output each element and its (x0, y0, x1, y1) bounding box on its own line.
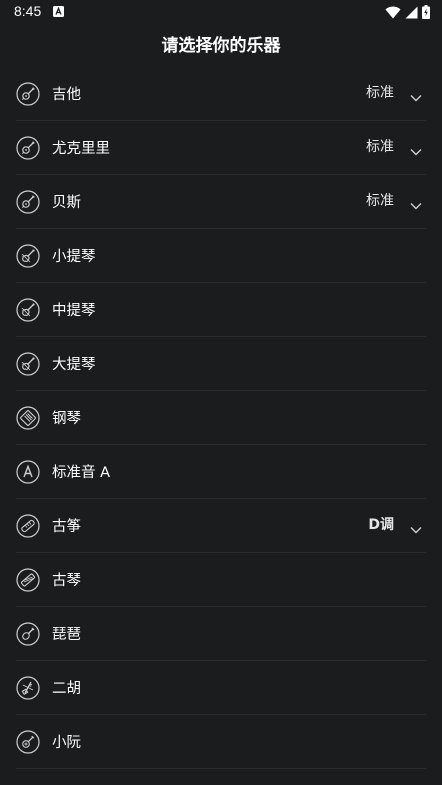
instrument-name: 琵琶 (52, 627, 81, 643)
letter-a-icon (16, 459, 40, 484)
instrument-row[interactable]: 琵琶 (16, 607, 426, 661)
chevron-down-icon[interactable] (410, 88, 422, 102)
chevron-down-icon[interactable] (410, 196, 422, 210)
ruan-icon (16, 729, 40, 754)
instrument-name: 小提琴 (52, 249, 96, 265)
instrument-name: 小阮 (52, 735, 81, 751)
status-icons (385, 4, 430, 20)
instrument-name: 标准音 A (52, 465, 111, 481)
instrument-name: 中提琴 (52, 303, 96, 319)
battery-charging-icon (422, 5, 430, 19)
signal-icon (405, 6, 418, 18)
instrument-name: 古筝 (52, 519, 81, 535)
instrument-row[interactable]: 标准音 A (16, 445, 426, 499)
instrument-row[interactable]: 大提琴 (16, 337, 426, 391)
guitar-icon (16, 81, 40, 106)
erhu-icon (16, 675, 40, 700)
instrument-row[interactable]: 钢琴 (16, 391, 426, 445)
chevron-down-icon[interactable] (410, 520, 422, 534)
tuning-dropdown[interactable]: 标准 (366, 121, 394, 174)
guzheng-icon (16, 513, 40, 538)
status-bar: 8:45 (0, 0, 442, 24)
instrument-row[interactable]: 二胡 (16, 661, 426, 715)
instrument-name: 钢琴 (52, 411, 81, 427)
notification-a-icon (53, 6, 64, 17)
guqin-icon (16, 567, 40, 592)
instrument-name: 尤克里里 (52, 141, 110, 157)
instrument-row[interactable]: 中提琴 (16, 283, 426, 337)
instrument-name: 二胡 (52, 681, 81, 697)
chevron-down-icon[interactable] (410, 142, 422, 156)
instrument-row[interactable]: 古琴 (16, 553, 426, 607)
tuning-dropdown[interactable]: D调 (368, 499, 394, 552)
page-title: 请选择你的乐器 (161, 36, 281, 56)
instrument-list: 吉他 标准 尤克里里 标准 贝斯 标准 小提琴 中提琴 大提琴 钢琴 标准音 A… (16, 67, 426, 769)
piano-icon (16, 405, 40, 430)
instrument-row[interactable]: 贝斯 标准 (16, 175, 426, 229)
wifi-icon (385, 6, 401, 18)
violin-icon (16, 243, 40, 268)
instrument-name: 贝斯 (52, 195, 81, 211)
instrument-name: 吉他 (52, 87, 81, 103)
violin-icon (16, 297, 40, 322)
guitar-icon (16, 189, 40, 214)
pipa-icon (16, 621, 40, 646)
instrument-row[interactable]: 尤克里里 标准 (16, 121, 426, 175)
tuning-dropdown[interactable]: 标准 (366, 67, 394, 120)
header: 请选择你的乐器 (0, 30, 442, 62)
instrument-name: 古琴 (52, 573, 81, 589)
tuning-dropdown[interactable]: 标准 (366, 175, 394, 228)
instrument-row[interactable]: 吉他 标准 (16, 67, 426, 121)
instrument-row[interactable]: 古筝 D调 (16, 499, 426, 553)
instrument-row[interactable]: 小提琴 (16, 229, 426, 283)
instrument-row[interactable]: 小阮 (16, 715, 426, 769)
guitar-icon (16, 135, 40, 160)
status-time: 8:45 (14, 3, 42, 19)
instrument-name: 大提琴 (52, 357, 96, 373)
violin-icon (16, 351, 40, 376)
